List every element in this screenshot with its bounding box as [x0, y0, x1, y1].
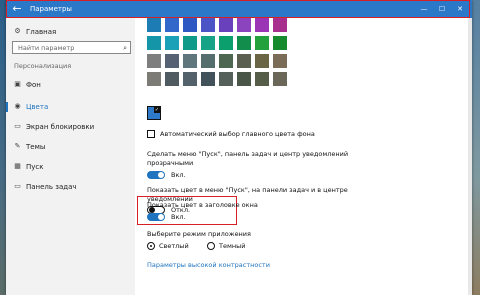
light-mode-radio[interactable] — [147, 242, 155, 250]
color-swatch[interactable] — [183, 36, 197, 50]
dark-mode-label: Темный — [219, 242, 246, 250]
image-icon: ▣ — [14, 80, 21, 88]
auto-accent-checkbox[interactable] — [147, 130, 155, 138]
sidebar-section-heading: Персонализация — [14, 62, 72, 70]
sidebar-item-label: Экран блокировки — [26, 123, 95, 131]
color-swatch[interactable] — [201, 72, 215, 86]
color-swatch[interactable] — [147, 18, 161, 32]
color-swatch[interactable] — [273, 36, 287, 50]
sidebar-item-home[interactable]: ⚙ Главная — [6, 23, 135, 41]
color-swatch[interactable] — [255, 18, 269, 32]
color-swatch[interactable] — [201, 18, 215, 32]
color-swatch[interactable] — [219, 72, 233, 86]
color-swatch[interactable] — [219, 54, 233, 68]
active-indicator — [6, 102, 8, 112]
color-swatch[interactable] — [219, 18, 233, 32]
sidebar-item-label: Темы — [26, 143, 46, 151]
window-titlebar: ← Параметры — ☐ ✕ — [6, 0, 472, 18]
sidebar-item-taskbar[interactable]: ▭ Панель задач — [6, 178, 135, 196]
content-scrollbar[interactable] — [468, 18, 472, 295]
grid-icon: ▦ — [14, 162, 21, 170]
titlebar-color-label: Показать цвет в заголовке окна — [147, 201, 258, 209]
sidebar-item-themes[interactable]: ✎ Темы — [6, 138, 135, 156]
search-placeholder: Найти параметр — [18, 44, 75, 52]
search-icon: ⌕ — [123, 44, 127, 52]
color-swatch[interactable] — [237, 54, 251, 68]
palette-icon: ◉ — [14, 102, 21, 110]
color-swatch[interactable] — [219, 36, 233, 50]
color-swatch[interactable] — [147, 54, 161, 68]
taskbar-color-label-line-1: Показать цвет в меню "Пуск", на панели з… — [147, 186, 348, 194]
taskbar-icon: ▭ — [14, 182, 21, 190]
sidebar-item-label: Цвета — [26, 103, 49, 111]
gear-icon: ⚙ — [14, 27, 21, 35]
colors-settings-content: ✓ Автоматический выбор главного цвета фо… — [137, 18, 472, 295]
color-swatch[interactable] — [237, 18, 251, 32]
sidebar-item-label: Пуск — [26, 163, 44, 171]
sidebar-item-label: Панель задач — [26, 183, 77, 191]
settings-window: ← Параметры — ☐ ✕ ⚙ Главная Найти параме… — [6, 0, 472, 295]
toggle-knob — [158, 172, 164, 178]
sidebar-item-start[interactable]: ▦ Пуск — [6, 158, 135, 176]
color-swatch[interactable] — [201, 36, 215, 50]
monitor-icon: ▭ — [14, 122, 21, 130]
app-mode-label: Выберите режим приложения — [147, 230, 251, 238]
wallpaper-right-edge — [472, 0, 480, 295]
sidebar-item-lock-screen[interactable]: ▭ Экран блокировки — [6, 118, 135, 136]
selected-color-swatch[interactable]: ✓ — [147, 106, 161, 120]
checkmark-icon: ✓ — [154, 107, 160, 113]
color-swatch[interactable] — [183, 18, 197, 32]
color-swatch[interactable] — [255, 54, 269, 68]
transparency-toggle[interactable] — [147, 171, 165, 179]
color-swatch[interactable] — [237, 72, 251, 86]
color-swatch[interactable] — [165, 54, 179, 68]
color-swatch[interactable] — [273, 72, 287, 86]
dark-mode-radio[interactable] — [207, 242, 215, 250]
search-input[interactable]: Найти параметр ⌕ — [12, 41, 131, 54]
color-swatch[interactable] — [165, 18, 179, 32]
sidebar-item-background[interactable]: ▣ Фон — [6, 76, 135, 94]
color-swatch[interactable] — [165, 36, 179, 50]
brush-icon: ✎ — [14, 142, 21, 150]
sidebar-item-colors[interactable]: ◉ Цвета — [6, 98, 135, 116]
color-swatch[interactable] — [237, 36, 251, 50]
color-swatch[interactable] — [183, 72, 197, 86]
color-swatch[interactable] — [183, 54, 197, 68]
sidebar-item-label: Главная — [26, 28, 57, 36]
light-mode-label: Светлый — [159, 242, 189, 250]
color-swatch[interactable] — [255, 72, 269, 86]
titlebar-color-value: Вкл. — [171, 213, 186, 221]
color-swatch[interactable] — [201, 54, 215, 68]
color-swatch[interactable] — [273, 54, 287, 68]
transparency-label-line-1: Сделать меню "Пуск", панель задач и цент… — [147, 150, 349, 158]
color-swatch[interactable] — [147, 72, 161, 86]
transparency-label-line-2: прозрачными — [147, 159, 194, 167]
auto-accent-label: Автоматический выбор главного цвета фона — [160, 130, 315, 138]
color-swatch[interactable] — [165, 72, 179, 86]
titlebar-color-toggle[interactable] — [147, 213, 165, 221]
transparency-value: Вкл. — [171, 171, 186, 179]
high-contrast-link[interactable]: Параметры высокой контрастности — [147, 261, 270, 269]
sidebar-item-label: Фон — [26, 81, 41, 89]
color-swatch[interactable] — [273, 18, 287, 32]
auto-accent-checkbox-row[interactable]: Автоматический выбор главного цвета фона — [147, 130, 367, 140]
color-swatch[interactable] — [255, 36, 269, 50]
toggle-knob — [158, 214, 164, 220]
settings-sidebar: ⚙ Главная Найти параметр ⌕ Персонализаци… — [6, 18, 135, 295]
titlebar-highlight-frame — [6, 0, 470, 18]
color-swatch[interactable] — [147, 36, 161, 50]
